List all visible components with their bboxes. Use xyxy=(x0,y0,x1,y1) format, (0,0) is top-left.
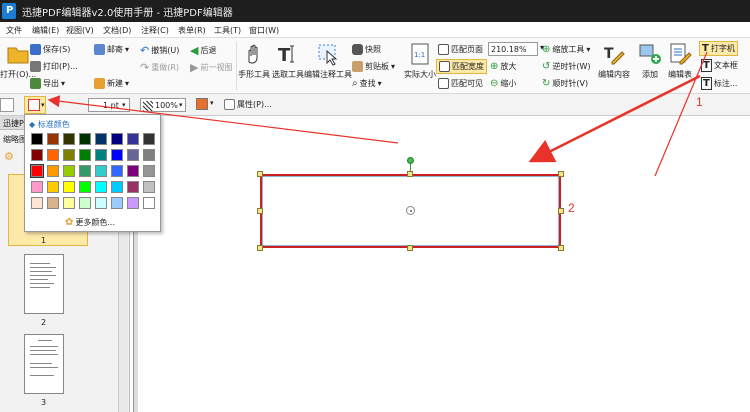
step-label-1: 1 xyxy=(696,95,703,109)
step-label-2: 2 xyxy=(568,201,575,215)
arrow-to-rectangle xyxy=(528,74,701,163)
arrow-to-typewriter xyxy=(654,51,708,177)
arrow-to-fill-color xyxy=(47,95,399,144)
tutorial-arrows: 1 2 xyxy=(47,51,708,215)
